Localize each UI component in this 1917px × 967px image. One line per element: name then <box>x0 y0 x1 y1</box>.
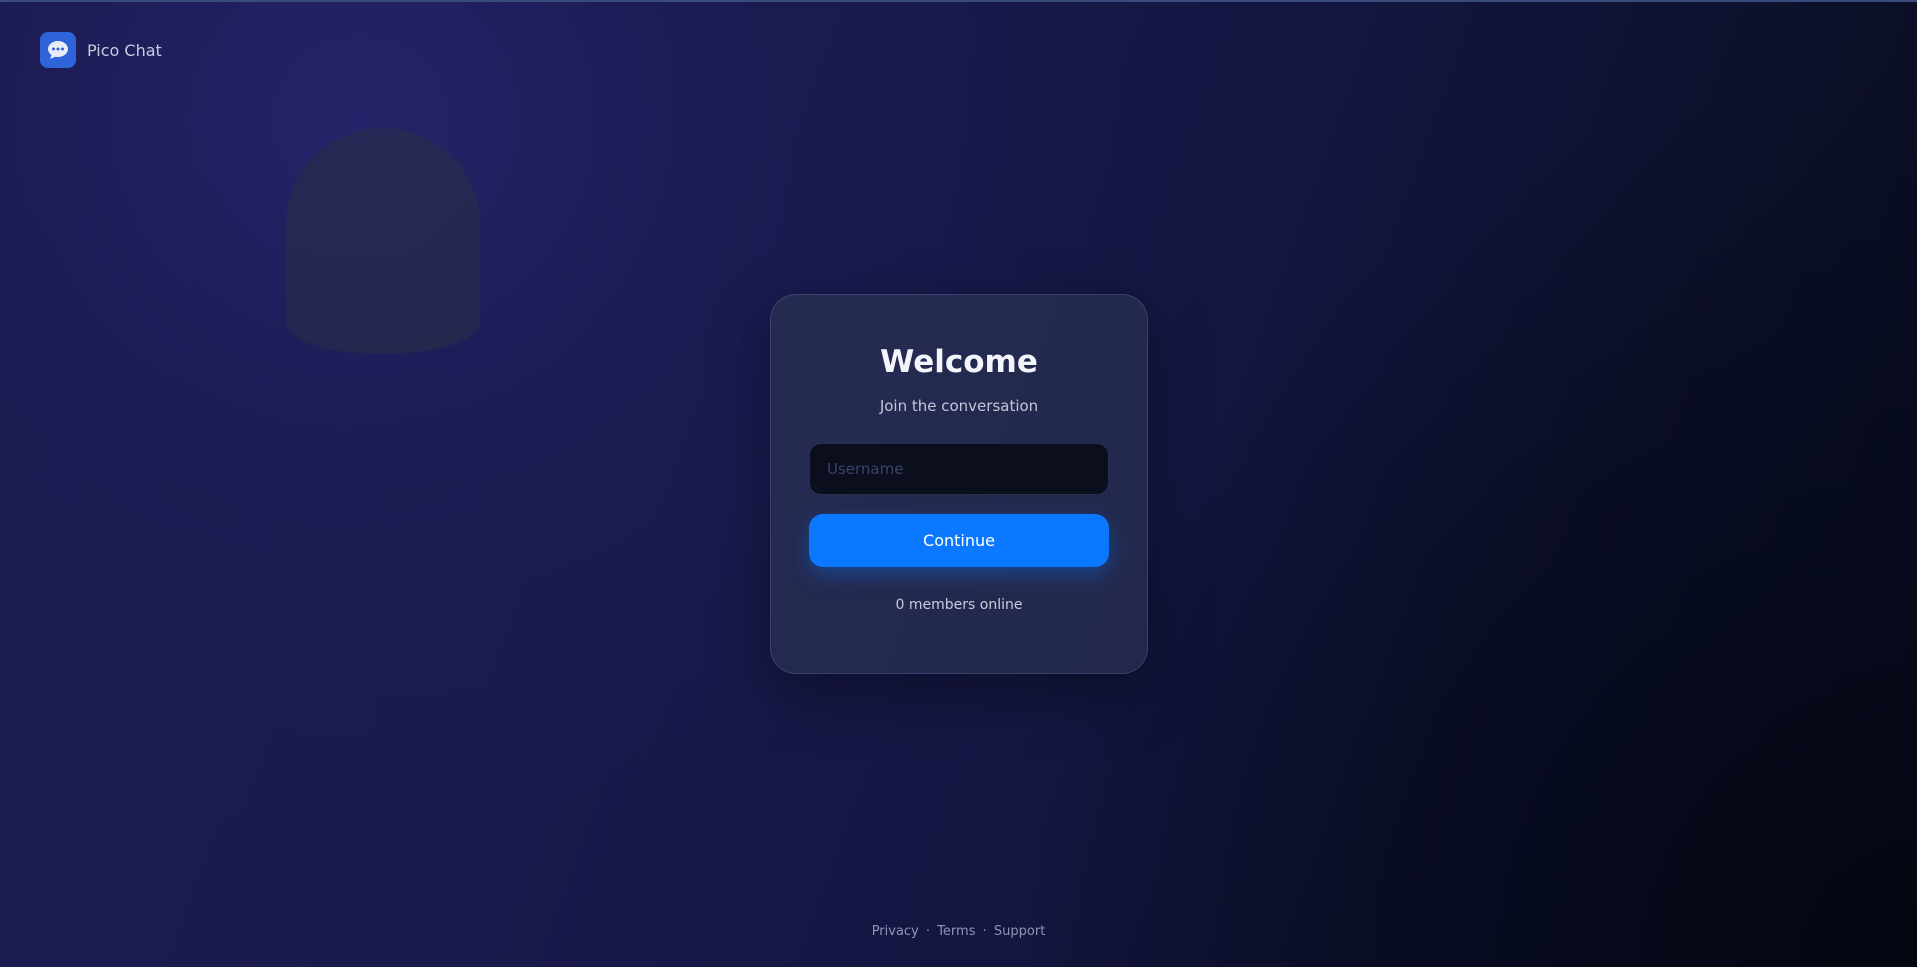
page-title: Welcome <box>880 344 1038 380</box>
top-border-line <box>0 0 1917 2</box>
brand-name: Pico Chat <box>87 40 162 60</box>
background-decoration <box>286 128 480 354</box>
footer-separator: · <box>982 924 987 939</box>
terms-link[interactable]: Terms <box>937 924 975 939</box>
username-input[interactable] <box>809 443 1109 495</box>
footer-separator: · <box>925 924 931 939</box>
login-card: Welcome Join the conversation Continue 0… <box>770 294 1148 674</box>
brand: Pico Chat <box>40 32 162 68</box>
support-link[interactable]: Support <box>994 924 1045 939</box>
privacy-link[interactable]: Privacy <box>872 924 919 939</box>
chat-bubble-icon <box>40 32 76 68</box>
page-subtitle: Join the conversation <box>879 397 1039 415</box>
footer-links: Privacy · Terms · Support <box>0 924 1917 939</box>
continue-button[interactable]: Continue <box>809 514 1109 567</box>
members-online-count: 0 members online <box>895 597 1023 613</box>
